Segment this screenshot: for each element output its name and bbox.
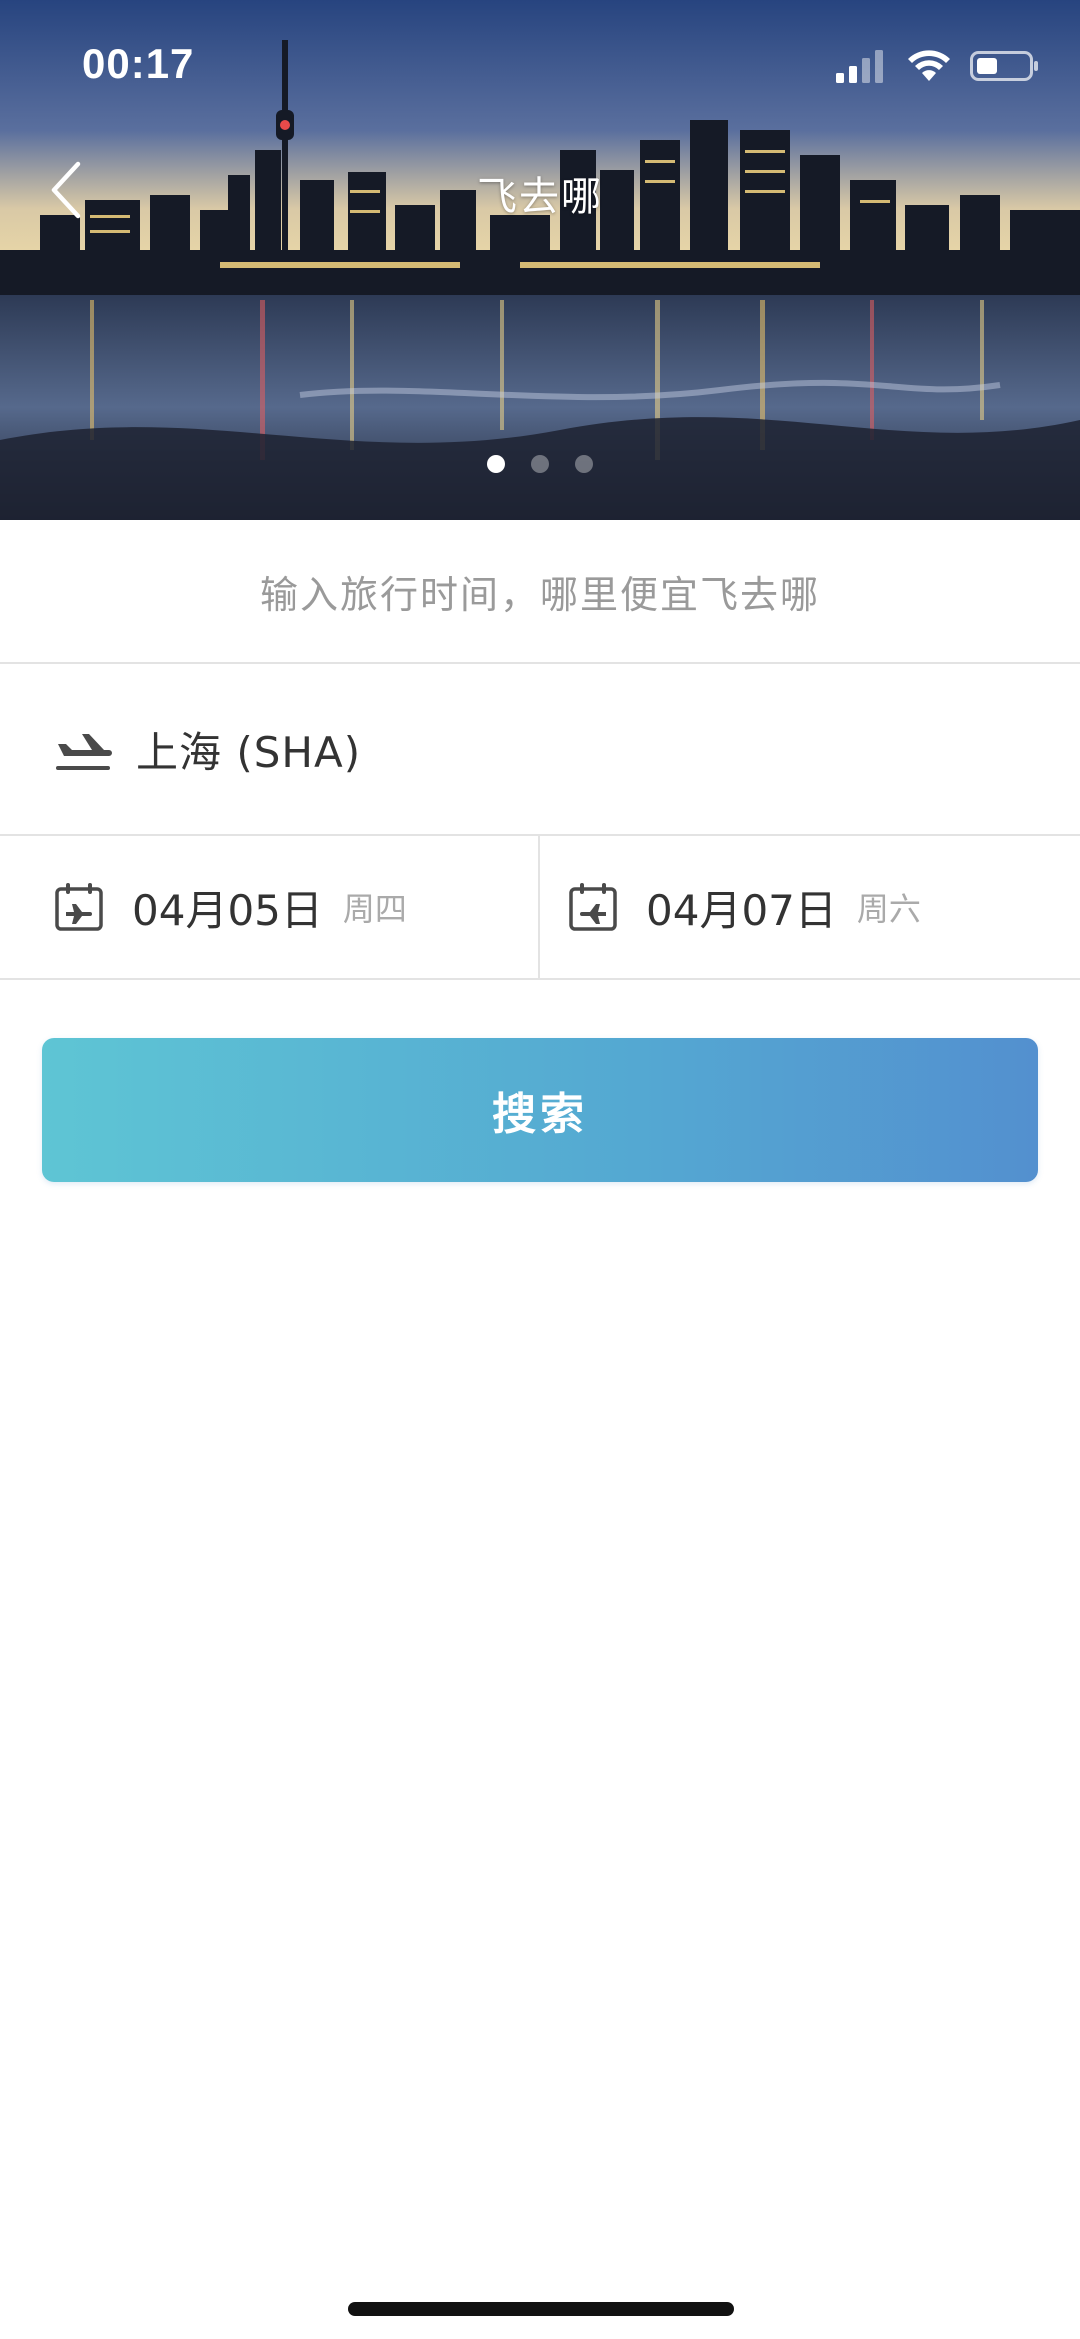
departure-city-name: 上海 (SHA) bbox=[136, 727, 362, 777]
hero-banner[interactable]: 00:17 飞去哪 bbox=[0, 0, 1080, 520]
carousel-dot-3[interactable] bbox=[575, 455, 593, 473]
return-date-field[interactable]: 04月07日 周六 bbox=[540, 836, 1080, 978]
depart-date-field[interactable]: 04月05日 周四 bbox=[0, 836, 540, 978]
screen: 00:17 飞去哪 输入旅行时间，哪里便宜飞去哪 上海 (SHA) 04月05日… bbox=[0, 0, 1080, 2339]
signal-icon bbox=[836, 50, 883, 83]
carousel-indicator bbox=[0, 455, 1080, 473]
depart-weekday: 周四 bbox=[342, 890, 407, 928]
battery-icon bbox=[970, 51, 1038, 81]
search-button[interactable]: 搜索 bbox=[42, 1038, 1038, 1182]
status-icons bbox=[836, 46, 1040, 86]
status-bar: 00:17 bbox=[0, 0, 1080, 132]
home-indicator[interactable] bbox=[348, 2302, 734, 2316]
carousel-dot-1[interactable] bbox=[487, 455, 505, 473]
status-time: 00:17 bbox=[82, 40, 195, 87]
calendar-return-icon bbox=[569, 883, 617, 931]
hint-text: 输入旅行时间，哪里便宜飞去哪 bbox=[0, 520, 1080, 664]
nav-bar: 飞去哪 bbox=[0, 150, 1080, 230]
carousel-dot-2[interactable] bbox=[531, 455, 549, 473]
return-date: 04月07日 bbox=[646, 885, 837, 935]
date-row: 04月05日 周四 04月07日 周六 bbox=[0, 836, 1080, 980]
return-weekday: 周六 bbox=[856, 890, 921, 928]
calendar-depart-icon bbox=[55, 883, 103, 931]
wifi-icon bbox=[908, 50, 950, 81]
page-title: 飞去哪 bbox=[477, 174, 603, 220]
depart-date: 04月05日 bbox=[132, 885, 323, 935]
takeoff-icon bbox=[56, 734, 112, 770]
departure-city-field[interactable]: 上海 (SHA) bbox=[0, 664, 1080, 836]
